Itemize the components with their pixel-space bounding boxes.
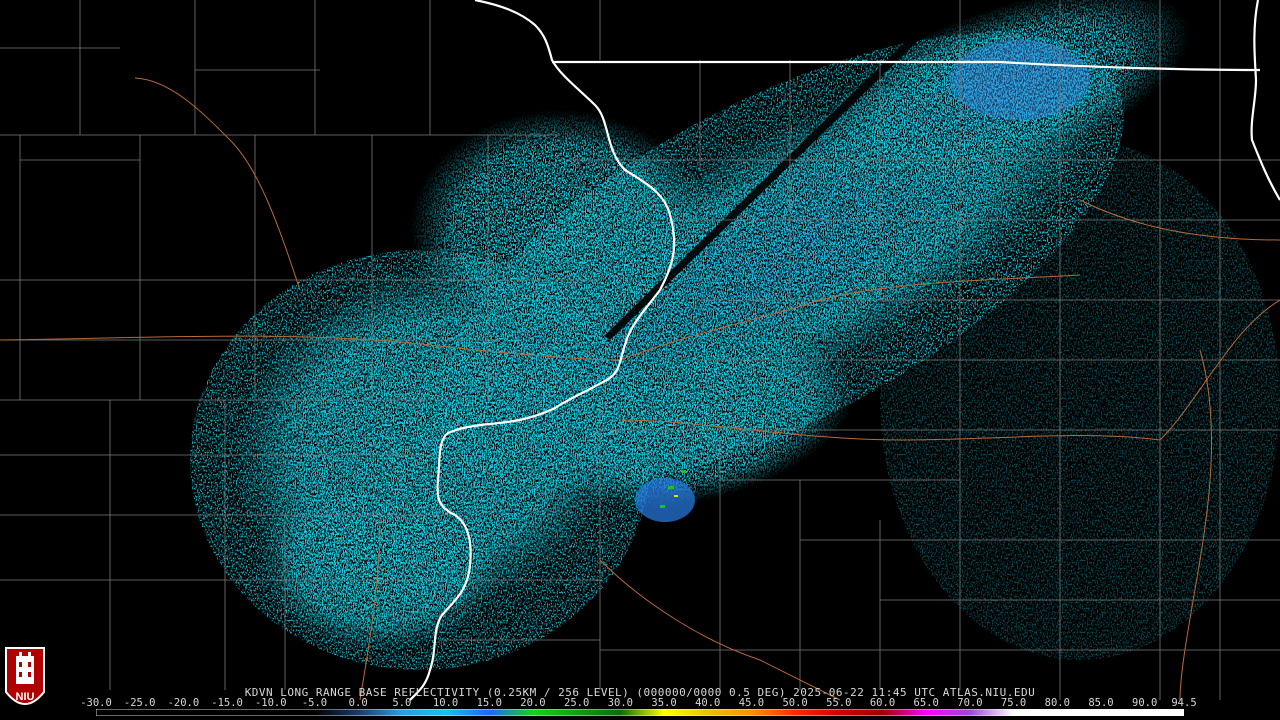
colorbar-tick-label: 10.0 — [432, 697, 459, 709]
radar-map — [0, 0, 1280, 720]
colorbar-tick-label: 0.0 — [348, 697, 368, 709]
colorbar-tick-label: 75.0 — [1000, 697, 1027, 709]
colorbar-tick-label: -20.0 — [167, 697, 200, 709]
colorbar-tick-labels: -30.0 -25.0 -20.0 -15.0 -10.0 -5.0 0.0 5.0 10.0 1… — [80, 697, 1197, 709]
colorbar-tick-label: 30.0 — [607, 697, 633, 709]
colorbar-tick-label: -10.0 — [254, 697, 287, 709]
colorbar-tick-label: 94.5 — [1171, 697, 1197, 709]
colorbar-tick-label: 80.0 — [1044, 697, 1070, 709]
niu-logo: NIU — [5, 647, 45, 705]
colorbar — [96, 709, 1184, 716]
colorbar-tick-label: 20.0 — [520, 697, 546, 709]
colorbar-tick-label: 35.0 — [651, 697, 677, 709]
colorbar-tick-label: 85.0 — [1088, 697, 1114, 709]
colorbar-tick-label: -25.0 — [123, 697, 156, 709]
colorbar-tick-label: -30.0 — [80, 697, 112, 709]
colorbar-tick-label: 50.0 — [782, 697, 808, 709]
colorbar-tick-label: 60.0 — [869, 697, 896, 709]
colorbar-tick-label: -15.0 — [211, 697, 243, 709]
colorbar-tick-label: 90.0 — [1132, 697, 1158, 709]
colorbar-tick-label: 5.0 — [392, 697, 412, 709]
colorbar-tick-label: -5.0 — [301, 697, 328, 709]
colorbar-tick-label: 15.0 — [476, 697, 502, 709]
colorbar-tick-label: 55.0 — [826, 697, 852, 709]
colorbar-tick-label: 25.0 — [563, 697, 590, 709]
colorbar-tick-label: 70.0 — [957, 697, 983, 709]
colorbar-tick-label: 65.0 — [913, 697, 939, 709]
colorbar-tick-label: 45.0 — [738, 697, 765, 709]
colorbar-tick-label: 40.0 — [695, 697, 721, 709]
